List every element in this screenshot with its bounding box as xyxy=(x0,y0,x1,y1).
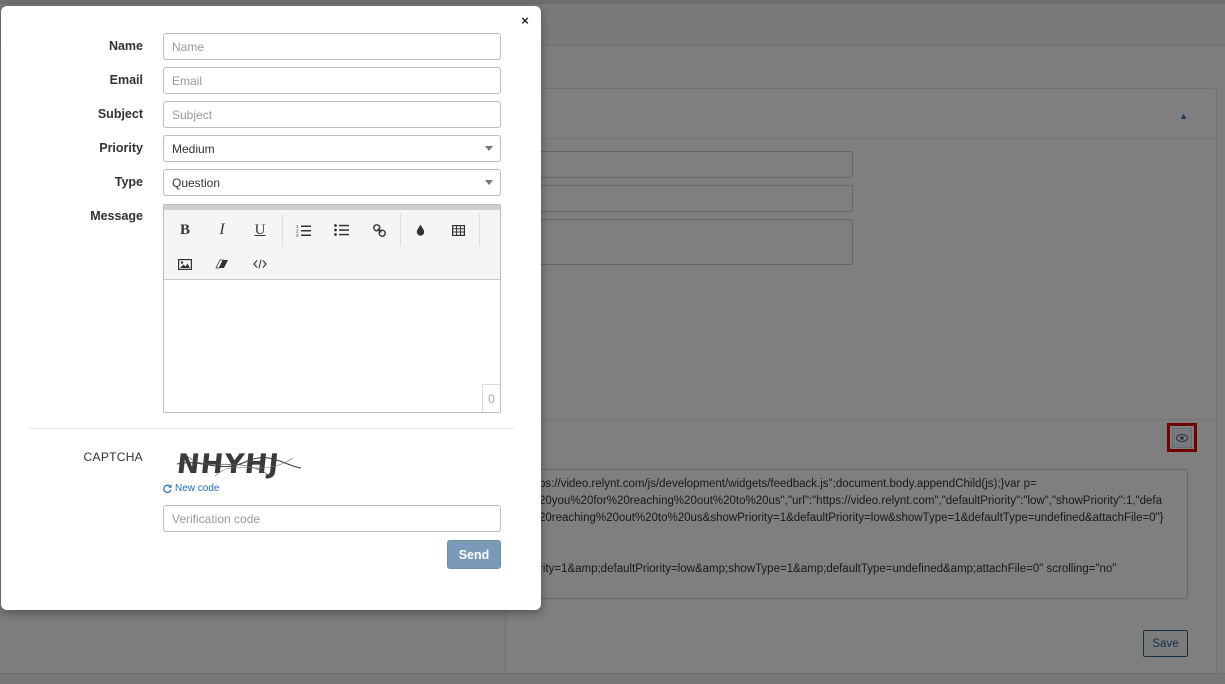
toolbar-separator xyxy=(282,214,283,246)
modal-divider xyxy=(29,428,514,429)
editor-toolbar: B I U 1 2 3 xyxy=(164,205,500,280)
toolbar-separator xyxy=(400,214,401,246)
verification-code-input[interactable] xyxy=(163,505,501,532)
ordered-list-icon: 1 2 3 xyxy=(296,224,311,237)
code-icon xyxy=(253,259,267,269)
priority-label: Priority xyxy=(99,141,143,155)
type-select[interactable]: Question xyxy=(163,169,501,196)
link-icon xyxy=(372,223,386,237)
feedback-modal: × Name Email Subject Priority Medium Typ… xyxy=(1,6,541,610)
clear-format-button[interactable] xyxy=(204,248,240,280)
toolbar-separator xyxy=(479,214,480,246)
name-label: Name xyxy=(108,39,143,53)
unordered-list-button[interactable] xyxy=(323,214,359,246)
ordered-list-button[interactable]: 1 2 3 xyxy=(285,214,321,246)
text-color-button[interactable] xyxy=(402,214,438,246)
email-input[interactable] xyxy=(163,67,501,94)
new-code-link[interactable]: New code xyxy=(163,483,219,494)
subject-input[interactable] xyxy=(163,101,501,128)
table-button[interactable] xyxy=(440,214,476,246)
refresh-icon xyxy=(163,484,172,493)
name-input[interactable] xyxy=(163,33,501,60)
type-value: Question xyxy=(172,175,221,190)
message-label: Message xyxy=(90,209,143,223)
link-button[interactable] xyxy=(361,214,397,246)
priority-select[interactable]: Medium xyxy=(163,135,501,162)
bold-icon: B xyxy=(179,221,190,238)
color-drop-icon xyxy=(416,224,424,236)
send-button[interactable]: Send xyxy=(447,540,501,569)
italic-icon: I xyxy=(219,221,225,238)
close-button[interactable]: × xyxy=(519,14,531,28)
message-editor[interactable]: B I U 1 2 3 0 xyxy=(163,204,501,413)
character-counter: 0 xyxy=(482,384,500,412)
bold-button[interactable]: B xyxy=(167,214,203,246)
dropdown-arrow-icon xyxy=(485,180,493,185)
type-label: Type xyxy=(114,175,143,189)
underline-icon: U xyxy=(254,221,266,238)
captcha-image: NHYHJ xyxy=(175,446,303,482)
dropdown-arrow-icon xyxy=(485,146,493,151)
italic-button[interactable]: I xyxy=(204,214,240,246)
underline-button[interactable]: U xyxy=(242,214,278,246)
code-view-button[interactable] xyxy=(242,248,278,280)
eraser-icon xyxy=(215,259,228,269)
image-icon xyxy=(178,258,192,270)
subject-label: Subject xyxy=(97,107,143,121)
captcha-label: CAPTCHA xyxy=(83,450,143,464)
image-button[interactable] xyxy=(167,248,203,280)
priority-value: Medium xyxy=(172,141,215,156)
unordered-list-icon xyxy=(333,224,349,236)
new-code-label: New code xyxy=(175,483,220,494)
email-label: Email xyxy=(109,73,143,87)
table-icon xyxy=(451,224,465,236)
svg-text:3: 3 xyxy=(296,233,299,237)
